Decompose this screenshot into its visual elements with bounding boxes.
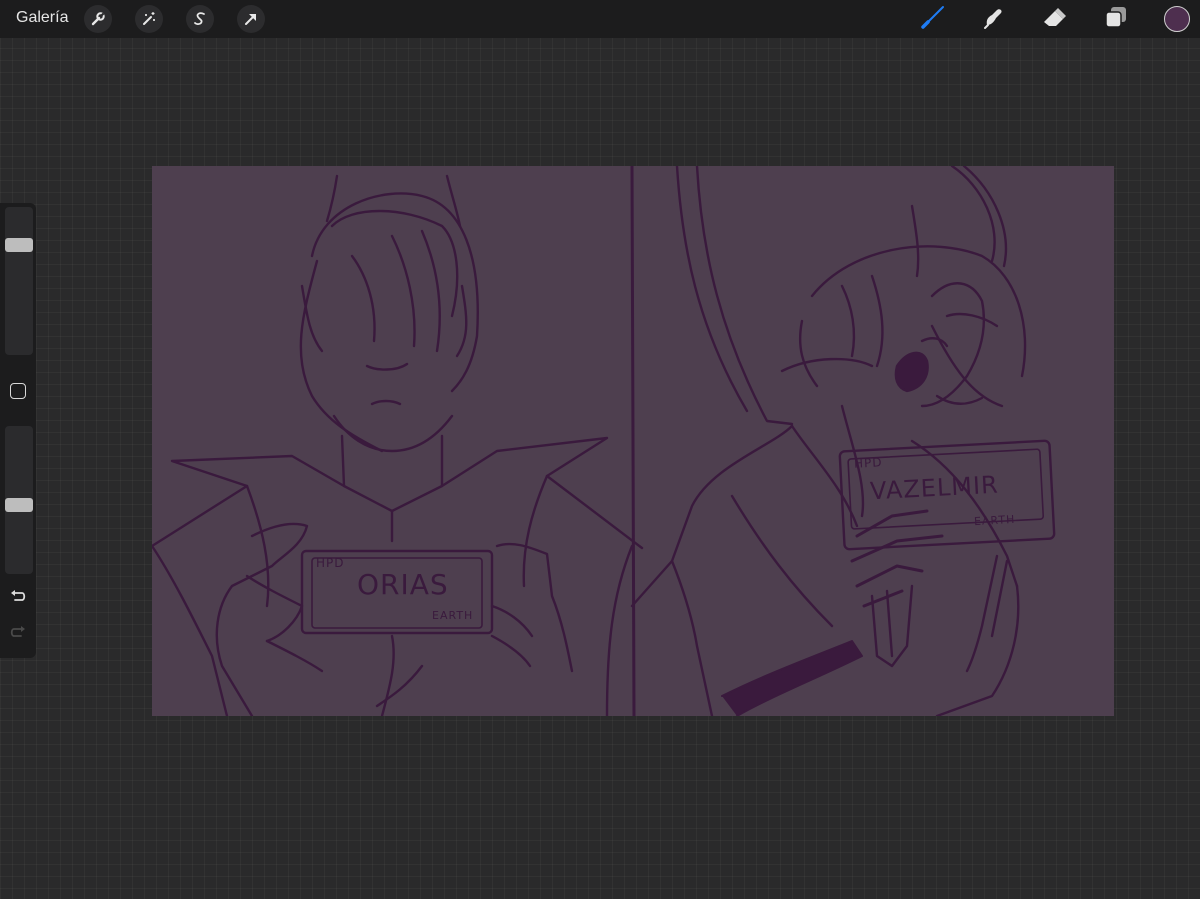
sketch-artwork (152, 166, 1056, 716)
wrench-icon (90, 11, 106, 27)
modify-button[interactable] (10, 383, 26, 399)
smudge-button[interactable] (979, 4, 1009, 34)
gallery-button[interactable]: Galería (16, 9, 68, 27)
right-card-hpd: HPD (853, 455, 883, 471)
left-card-place: EARTH (432, 609, 474, 622)
left-card-hpd: HPD (316, 556, 345, 570)
right-card-place: EARTH (973, 512, 1016, 529)
redo-button[interactable] (8, 624, 28, 644)
smudge-icon (980, 3, 1008, 36)
selection-s-icon (192, 11, 208, 27)
undo-button[interactable] (8, 588, 28, 608)
layers-button[interactable] (1101, 4, 1131, 34)
left-card-name: ORIAS (357, 568, 449, 601)
brush-size-thumb[interactable] (5, 238, 33, 252)
actions-button[interactable] (84, 5, 112, 33)
transform-arrow-icon (243, 11, 259, 27)
undo-icon (9, 587, 27, 610)
transform-button[interactable] (237, 5, 265, 33)
brush-button[interactable] (918, 4, 948, 34)
selection-button[interactable] (186, 5, 214, 33)
color-picker-button[interactable] (1164, 6, 1190, 32)
layers-icon (1102, 3, 1130, 36)
magic-wand-icon (141, 11, 157, 27)
eraser-icon (1041, 3, 1069, 36)
opacity-thumb[interactable] (5, 498, 33, 512)
brush-size-slider[interactable] (5, 207, 33, 355)
brush-icon (919, 3, 947, 36)
adjustments-button[interactable] (135, 5, 163, 33)
left-sidebar (0, 203, 36, 658)
eraser-button[interactable] (1040, 4, 1070, 34)
redo-icon (9, 623, 27, 646)
opacity-slider[interactable] (5, 426, 33, 574)
drawing-canvas[interactable]: HPD ORIAS EARTH HPD VAZELMIR EARTH (152, 166, 1114, 716)
top-toolbar: Galería (0, 0, 1200, 38)
